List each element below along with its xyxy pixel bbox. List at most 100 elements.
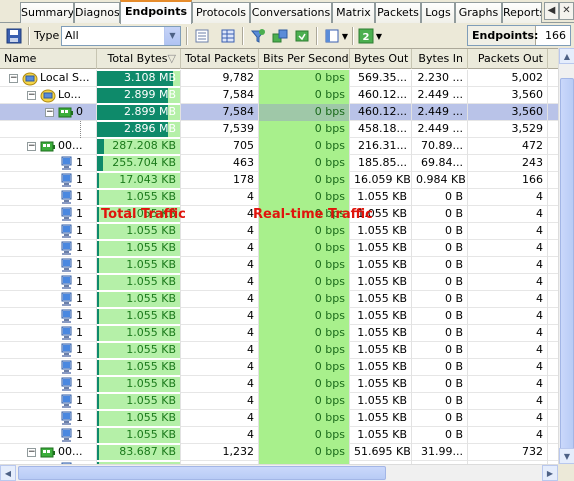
refresh-icon[interactable]: 2 [356,26,376,46]
name-cell: − 00... [0,138,97,155]
column-header-total-bytes[interactable]: Total Bytes▽ [97,49,181,69]
network-card-icon [58,105,74,120]
computer-icon [58,326,74,341]
traffic-bar [97,275,99,290]
bps-cell: 0 bps [259,359,350,376]
type-select[interactable]: All ▼ [61,26,181,46]
column-header-bytes-out[interactable]: Bytes Out [350,49,412,69]
refresh-dropdown-icon[interactable]: ▼ [374,26,384,46]
table-row[interactable]: 1 1.055 KB 4 0 bps 1.055 KB 0 B4 [0,223,558,240]
endpoint-name: 1 [76,377,83,390]
export-icon[interactable] [292,26,312,46]
table-row[interactable]: 1 1.055 KB 4 0 bps 1.055 KB 0 B4 [0,325,558,342]
horizontal-scrollbar[interactable]: ◀ ▶ [0,464,558,481]
tab-packets[interactable]: Packets [375,2,421,23]
total-packets-cell: 4 [181,325,259,342]
table-row[interactable]: 1 1.055 KB 4 0 bps 1.055 KB 0 B4 [0,410,558,427]
tab-conversations[interactable]: Conversations [250,2,332,23]
bps-cell: 0 bps [259,121,350,138]
column-header-packets-out[interactable]: Packets Out [468,49,548,69]
table-row[interactable]: 1 1.055 KB 4 0 bps 1.055 KB 0 B4 [0,376,558,393]
table-row[interactable]: 1 1.055 KB 4 0 bps 1.055 KB 0 B4 [0,240,558,257]
bytes-in-cell: 69.84... [412,155,468,172]
table-row[interactable]: −0 2.899 MB 7,584 0 bps 460.12... 2.449 ... 3,… [0,104,558,121]
bytes-in-cell: 2.449 ... [412,121,468,138]
column-header-bytes-in[interactable]: Bytes In [412,49,468,69]
table-row[interactable]: 1 1.055 KB 4 0 bps 1.055 KB 0 B4 [0,274,558,291]
collapse-icon[interactable]: − [45,108,54,117]
tab-reports[interactable]: Reports [502,2,542,23]
total-bytes-cell: 1.055 KB [97,427,181,444]
endpoints-grid: Name Total Bytes▽ Total Packets Bits Per… [0,48,558,464]
table-row[interactable]: 1 1.055 KB 4 0 bps 1.055 KB 0 B4 [0,342,558,359]
tab-scroll-left-icon[interactable]: ◀ [544,2,559,20]
table-row[interactable]: 1 1.055 KB 4 0 bps 1.055 KB 0 B4 [0,189,558,206]
bps-cell: 0 bps [259,376,350,393]
table-row[interactable]: 2.896 MB 7,539 0 bps 458.18... 2.449 ... 3,52… [0,121,558,138]
bytes-out-cell: 458.18... [350,121,412,138]
table-row[interactable]: − 00... 83.687 KB 1,232 0 bps 51.695 KB 31.99.… [0,444,558,461]
columns-dropdown-icon[interactable]: ▼ [340,26,350,46]
collapse-icon[interactable]: − [27,91,36,100]
name-cell: 1 [0,155,97,172]
grid-view-icon[interactable] [218,26,238,46]
column-header-total-packets[interactable]: Total Packets [181,49,259,69]
tab-protocols[interactable]: Protocols [192,2,250,23]
filter-icon[interactable] [248,26,268,46]
name-cell: 1 [0,410,97,427]
table-row[interactable]: 1 1.055 KB 4 0 bps 1.055 KB 0 B4 [0,359,558,376]
tab-summary[interactable]: Summary [20,2,74,23]
scroll-up-icon[interactable]: ▲ [559,48,574,64]
tab-graphs[interactable]: Graphs [455,2,502,23]
table-row[interactable]: 1 255.704 KB 463 0 bps 185.85... 69.84... 243 [0,155,558,172]
table-row[interactable]: 1 1.055 KB 4 0 bps 1.055 KB 0 B4 [0,393,558,410]
bps-cell: 0 bps [259,257,350,274]
scroll-down-icon[interactable]: ▼ [559,448,574,464]
columns-icon[interactable] [322,26,342,46]
tab-diagnosis[interactable]: Diagnosis [74,2,120,23]
vertical-scrollbar[interactable]: ▲ ▼ [558,48,574,464]
collapse-icon[interactable]: − [9,74,18,83]
add-node-icon[interactable] [270,26,290,46]
traffic-bar [97,190,99,205]
table-row[interactable]: 1 1.055 KB 4 0 bps 1.055 KB 0 B4 [0,257,558,274]
local-segment-icon [22,71,38,86]
name-cell: 1 [0,342,97,359]
collapse-icon[interactable]: − [27,448,36,457]
tab-logs[interactable]: Logs [421,2,455,23]
horizontal-scroll-thumb[interactable] [18,466,386,480]
bytes-out-cell: 185.85... [350,155,412,172]
total-packets-cell: 9,782 [181,70,259,87]
sort-descending-icon: ▽ [167,52,176,65]
table-row[interactable]: 1 17.043 KB 178 0 bps 16.059 KB 0.984 KB 166 [0,172,558,189]
tab-endpoints[interactable]: Endpoints [120,0,192,24]
table-row[interactable]: − Local S... 3.108 MB 9,782 0 bps 569.35... 2.… [0,70,558,87]
table-row[interactable]: 1 1.055 KB 4 0 bps 1.055 KB 0 B4 [0,427,558,444]
network-card-icon [40,445,56,460]
table-row[interactable]: 1 1.055 KB 4 0 bps 1.055 KB 0 B4 [0,291,558,308]
table-row[interactable]: − Lo... 2.899 MB 7,584 0 bps 460.12... 2.449 .… [0,87,558,104]
scroll-right-icon[interactable]: ▶ [542,465,558,481]
bytes-out-cell: 1.055 KB [350,376,412,393]
total-bytes-value: 287.208 KB [112,139,176,152]
collapse-icon[interactable]: − [27,142,36,151]
column-header-bits-per-second[interactable]: Bits Per Second [259,49,350,69]
bps-cell: 0 bps [259,155,350,172]
bytes-in-cell: 0 B [412,376,468,393]
close-icon[interactable]: ✕ [559,2,574,20]
computer-icon [58,411,74,426]
report-view-icon[interactable] [192,26,212,46]
total-packets-cell: 7,584 [181,104,259,121]
type-select-value: All [65,29,79,42]
scroll-left-icon[interactable]: ◀ [0,465,16,481]
vertical-scroll-thumb[interactable] [560,78,574,458]
packets-out-cell: 243 [468,155,548,172]
toolbar-separator [186,27,188,45]
tab-matrix[interactable]: Matrix [332,2,375,23]
chevron-down-icon[interactable]: ▼ [164,27,180,45]
column-header-name[interactable]: Name [0,49,97,69]
table-row[interactable]: 1 1.055 KB 4 0 bps 1.055 KB 0 B4 [0,308,558,325]
save-icon[interactable] [4,26,24,46]
table-row[interactable]: − 00... 287.208 KB 705 0 bps 216.31... 70.89..… [0,138,558,155]
total-bytes-value: 1.055 KB [126,343,176,356]
